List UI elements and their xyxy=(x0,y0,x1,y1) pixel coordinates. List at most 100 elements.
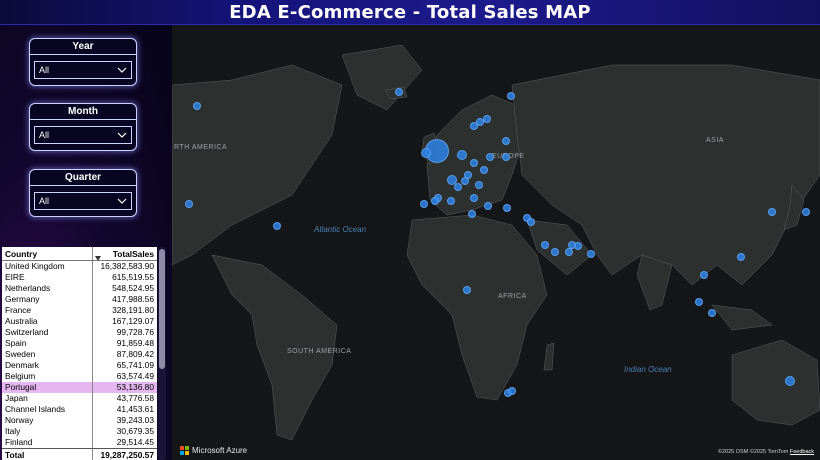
cell-country: Belgium xyxy=(5,371,36,381)
sales-bubble[interactable] xyxy=(486,153,494,161)
ocean-label-indian: Indian Ocean xyxy=(624,365,672,374)
table-row[interactable]: United Kingdom 16,382,583.90 xyxy=(2,261,157,272)
cell-country: EIRE xyxy=(5,272,25,282)
sales-bubble[interactable] xyxy=(527,218,535,226)
cell-totalsales: 41,453.61 xyxy=(92,404,157,415)
table-row[interactable]: Switzerland 99,728.76 xyxy=(2,327,157,338)
ocean-label-atlantic: Atlantic Ocean xyxy=(314,225,367,234)
sales-bubble[interactable] xyxy=(484,202,492,210)
table-row[interactable]: Germany 417,988.56 xyxy=(2,294,157,305)
sales-bubble[interactable] xyxy=(502,137,510,145)
table-row[interactable]: Australia 167,129.07 xyxy=(2,316,157,327)
sales-bubble[interactable] xyxy=(461,177,469,185)
cell-country: France xyxy=(5,305,32,315)
sales-bubble[interactable] xyxy=(480,166,488,174)
feedback-link[interactable]: Feedback xyxy=(790,449,814,455)
cell-totalsales: 328,191.80 xyxy=(92,305,157,316)
sales-bubble[interactable] xyxy=(502,153,510,161)
sales-bubble[interactable] xyxy=(802,208,810,216)
cell-country: Switzerland xyxy=(5,327,49,337)
chevron-down-icon xyxy=(117,198,127,204)
sales-table: Country TotalSales United Kingdom 16,382,… xyxy=(2,247,157,460)
region-label-north-america: RTH AMERICA xyxy=(174,144,228,151)
table-body: United Kingdom 16,382,583.90 EIRE 615,519.5… xyxy=(2,261,157,448)
title-bar: EDA E-Commerce - Total Sales MAP xyxy=(0,0,820,25)
table-row[interactable]: Denmark 65,741.09 xyxy=(2,360,157,371)
sales-bubble[interactable] xyxy=(395,88,403,96)
cell-country: Australia xyxy=(5,316,38,326)
sales-bubble[interactable] xyxy=(551,248,559,256)
table-total-row: Total 19,287,250.57 xyxy=(2,448,157,460)
year-dropdown[interactable]: All xyxy=(34,61,132,79)
sales-bubble[interactable] xyxy=(431,197,439,205)
sales-bubble[interactable] xyxy=(185,200,193,208)
sales-bubble[interactable] xyxy=(421,148,431,158)
cell-country: Japan xyxy=(5,393,28,403)
table-row[interactable]: Italy 30,679.35 xyxy=(2,426,157,437)
sales-map[interactable]: RTH AMERICA EUROPE ASIA AFRICA SOUTH AME… xyxy=(172,25,820,460)
cell-totalsales: 417,988.56 xyxy=(92,294,157,305)
microsoft-azure-logo: Microsoft Azure xyxy=(180,446,247,455)
sales-bubble[interactable] xyxy=(454,183,462,191)
header-country[interactable]: Country xyxy=(2,247,92,260)
sales-bubble[interactable] xyxy=(193,102,201,110)
sales-bubble[interactable] xyxy=(463,286,471,294)
total-label: Total xyxy=(5,450,25,460)
table-row[interactable]: Finland 29,514.45 xyxy=(2,437,157,448)
sales-bubble[interactable] xyxy=(507,92,515,100)
sales-bubble[interactable] xyxy=(503,204,511,212)
year-slicer-label: Year xyxy=(30,39,136,55)
sales-bubble[interactable] xyxy=(708,309,716,317)
cell-totalsales: 99,728.76 xyxy=(92,327,157,338)
cell-country: Italy xyxy=(5,426,21,436)
month-dropdown-value: All xyxy=(39,130,50,140)
sales-bubble[interactable] xyxy=(695,298,703,306)
table-row[interactable]: Belgium 63,574.49 xyxy=(2,371,157,382)
table-row[interactable]: France 328,191.80 xyxy=(2,305,157,316)
quarter-dropdown[interactable]: All xyxy=(34,192,132,210)
chevron-down-icon xyxy=(117,132,127,138)
sales-bubble[interactable] xyxy=(447,197,455,205)
region-label-asia: ASIA xyxy=(706,137,724,144)
cell-totalsales: 91,859.48 xyxy=(92,338,157,349)
sales-bubble[interactable] xyxy=(483,115,491,123)
sales-bubble[interactable] xyxy=(420,200,428,208)
sales-bubble[interactable] xyxy=(541,241,549,249)
sales-bubble[interactable] xyxy=(470,159,478,167)
sales-bubble[interactable] xyxy=(700,271,708,279)
sales-bubble[interactable] xyxy=(785,376,795,386)
sales-bubble[interactable] xyxy=(737,253,745,261)
cell-totalsales: 87,809.42 xyxy=(92,349,157,360)
month-dropdown[interactable]: All xyxy=(34,126,132,144)
sales-bubble[interactable] xyxy=(457,150,467,160)
table-row[interactable]: Spain 91,859.48 xyxy=(2,338,157,349)
table-row[interactable]: Netherlands 548,524.95 xyxy=(2,283,157,294)
table-row[interactable]: Japan 43,776.58 xyxy=(2,393,157,404)
region-label-south-america: SOUTH AMERICA xyxy=(287,348,352,355)
sales-bubble[interactable] xyxy=(475,181,483,189)
sales-bubble[interactable] xyxy=(273,222,281,230)
cell-totalsales: 43,776.58 xyxy=(92,393,157,404)
sales-bubble[interactable] xyxy=(470,194,478,202)
scrollbar-thumb[interactable] xyxy=(159,249,165,369)
cell-country: Germany xyxy=(5,294,40,304)
sales-bubble[interactable] xyxy=(768,208,776,216)
table-row[interactable]: Portugal 53,136.80 xyxy=(2,382,157,393)
table-row[interactable]: Norway 39,243.03 xyxy=(2,415,157,426)
table-row[interactable]: Channel Islands 41,453.61 xyxy=(2,404,157,415)
table-row[interactable]: EIRE 615,519.55 xyxy=(2,272,157,283)
sales-bubble[interactable] xyxy=(508,387,516,395)
table-row[interactable]: Sweden 87,809.42 xyxy=(2,349,157,360)
sales-bubble[interactable] xyxy=(565,248,573,256)
cell-country: Denmark xyxy=(5,360,39,370)
world-map-base xyxy=(172,44,820,441)
cell-totalsales: 167,129.07 xyxy=(92,316,157,327)
header-totalsales[interactable]: TotalSales xyxy=(92,247,157,260)
table-scrollbar[interactable] xyxy=(158,247,166,460)
sales-bubble[interactable] xyxy=(470,122,478,130)
sales-bubble[interactable] xyxy=(587,250,595,258)
cell-totalsales: 53,136.80 xyxy=(92,382,157,393)
cell-totalsales: 16,382,583.90 xyxy=(92,261,157,272)
total-value: 19,287,250.57 xyxy=(92,449,157,460)
sales-bubble[interactable] xyxy=(468,210,476,218)
